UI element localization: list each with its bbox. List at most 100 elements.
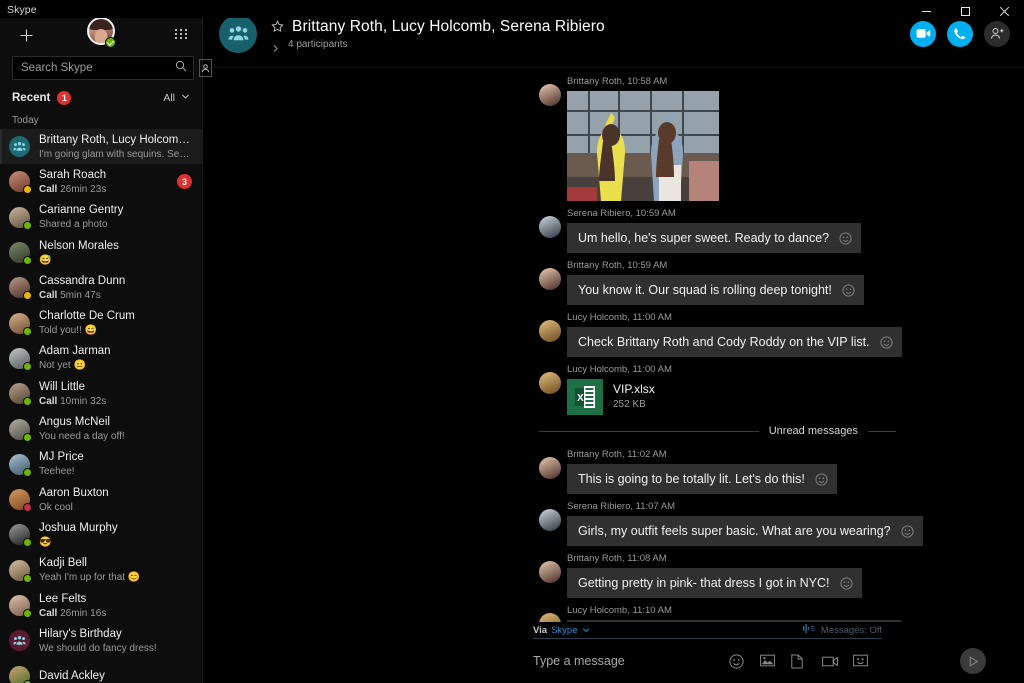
message-bubble[interactable]: Check Brittany Roth and Cody Roddy on th… xyxy=(567,327,902,357)
conversation-preview: Yeah I'm up for that 😊 xyxy=(39,571,192,584)
avatar[interactable] xyxy=(539,216,561,238)
close-button[interactable] xyxy=(985,0,1024,22)
message: Lucy Holcomb, 11:00 AMCheck Brittany Rot… xyxy=(203,312,1024,357)
message-bubble[interactable]: This is going to be totally lit. Let's d… xyxy=(567,464,837,494)
message-bubble[interactable]: You know it. Our squad is rolling deep t… xyxy=(567,275,864,305)
conversation-list[interactable]: Brittany Roth, Lucy Holcomb, S...I'm goi… xyxy=(0,129,202,683)
react-icon[interactable] xyxy=(880,336,893,349)
conversation-item[interactable]: Angus McNeilYou need a day off! xyxy=(0,411,202,446)
conversation-item[interactable]: Charlotte De CrumTold you!! 😄 xyxy=(0,305,202,340)
group-avatar-image xyxy=(9,630,30,651)
contacts-icon[interactable] xyxy=(199,59,212,77)
message: Serena Ribiero, 10:59 AMUm hello, he's s… xyxy=(203,208,1024,253)
window-controls xyxy=(907,0,1024,22)
avatar[interactable] xyxy=(539,84,561,106)
divider-line xyxy=(868,431,896,432)
audio-call-button[interactable] xyxy=(947,21,973,47)
react-icon[interactable] xyxy=(839,232,852,245)
conversation-item[interactable]: Joshua Murphy😎 xyxy=(0,517,202,552)
conversation-item[interactable]: Adam JarmanNot yet 😐 xyxy=(0,341,202,376)
dial-pad-icon[interactable] xyxy=(174,28,188,42)
video-call-button[interactable] xyxy=(910,21,936,47)
conversation-item[interactable]: Will LittleCall 10min 32s xyxy=(0,376,202,411)
conversation-preview: Call 5min 47s xyxy=(39,289,192,302)
file-icon[interactable] xyxy=(791,654,806,669)
avatar[interactable] xyxy=(539,561,561,583)
message: Brittany Roth, 10:58 AM xyxy=(203,76,1024,201)
send-button[interactable] xyxy=(960,648,986,674)
conversation-item[interactable]: Cassandra DunnCall 5min 47s xyxy=(0,270,202,305)
search-input[interactable] xyxy=(21,62,175,74)
message-bubble[interactable]: Um hello, he's super sweet. Ready to dan… xyxy=(567,223,861,253)
react-icon[interactable] xyxy=(815,473,828,486)
message-text: You know it. Our squad is rolling deep t… xyxy=(578,282,832,298)
minimize-button[interactable] xyxy=(907,0,946,22)
avatar[interactable] xyxy=(539,509,561,531)
file-attachment[interactable]: XVIP.xlsx252 KB xyxy=(567,379,1010,415)
conversation-item[interactable]: Hilary's BirthdayWe should do fancy dres… xyxy=(0,623,202,658)
via-row: Via Skype S Messages: Off xyxy=(533,622,882,639)
via-label: Via xyxy=(533,625,547,636)
expand-participants-icon[interactable] xyxy=(271,40,280,49)
avatar[interactable] xyxy=(539,372,561,394)
file-size: 252 KB xyxy=(613,398,655,412)
group-avatar[interactable] xyxy=(219,15,257,53)
message: Brittany Roth, 11:08 AMGetting pretty in… xyxy=(203,553,1024,598)
avatar xyxy=(9,560,30,581)
conversation-text: David Ackley xyxy=(39,669,192,683)
recent-filter[interactable]: All xyxy=(163,92,190,104)
react-icon[interactable] xyxy=(901,525,914,538)
presence-away-icon xyxy=(23,291,32,300)
new-chat-icon[interactable] xyxy=(17,26,35,44)
message-body: Lucy Holcomb, 11:10 AMI'm going glam wit… xyxy=(533,605,1010,622)
search-box[interactable] xyxy=(12,56,194,80)
conversation-item[interactable]: Sarah RoachCall 26min 23s3 xyxy=(0,164,202,199)
conversation-name: Sarah Roach xyxy=(39,168,168,182)
conversation-text: Joshua Murphy😎 xyxy=(39,521,192,549)
react-icon[interactable] xyxy=(840,577,853,590)
conversation-item[interactable]: Lee FeltsCall 26min 16s xyxy=(0,588,202,623)
sticker-icon[interactable] xyxy=(853,654,868,669)
conversation-preview: We should do fancy dress! xyxy=(39,642,192,655)
presence-online-icon xyxy=(23,609,32,618)
message-bubble[interactable]: I'm going glam with sequins. See you hot… xyxy=(567,620,901,622)
favorite-star-icon[interactable] xyxy=(271,20,284,33)
message: Brittany Roth, 11:02 AMThis is going to … xyxy=(203,449,1024,494)
presence-online-icon xyxy=(23,680,32,683)
message-input[interactable] xyxy=(533,654,729,668)
maximize-button[interactable] xyxy=(946,0,985,22)
conversation-item[interactable]: MJ PriceTeehee! xyxy=(0,447,202,482)
add-people-button[interactable] xyxy=(984,21,1010,47)
via-channel-value[interactable]: Skype xyxy=(551,625,577,636)
conversation-item[interactable]: Nelson Morales😅 xyxy=(0,235,202,270)
emoji-icon[interactable] xyxy=(729,654,744,669)
avatar xyxy=(9,136,30,157)
conversation-item[interactable]: Aaron BuxtonOk cool xyxy=(0,482,202,517)
conversation-item[interactable]: David Ackley xyxy=(0,658,202,683)
chevron-down-icon[interactable] xyxy=(582,626,590,634)
message-bubble[interactable]: Getting pretty in pink- that dress I got… xyxy=(567,568,862,598)
conversation-text: Lee FeltsCall 26min 16s xyxy=(39,592,192,620)
message: Lucy Holcomb, 11:10 AMI'm going glam wit… xyxy=(203,605,1024,622)
message-text: Check Brittany Roth and Cody Roddy on th… xyxy=(578,334,870,350)
avatar xyxy=(9,313,30,334)
avatar[interactable] xyxy=(539,268,561,290)
message-thread[interactable]: Brittany Roth, 10:58 AM Serena Ribiero, 1… xyxy=(203,68,1024,622)
conversation-name: Angus McNeil xyxy=(39,415,192,429)
message-photo[interactable] xyxy=(567,91,719,201)
react-icon[interactable] xyxy=(842,284,855,297)
conversation-item[interactable]: Kadji BellYeah I'm up for that 😊 xyxy=(0,553,202,588)
avatar[interactable] xyxy=(539,320,561,342)
image-icon[interactable] xyxy=(760,654,775,669)
avatar[interactable] xyxy=(539,457,561,479)
conversation-item[interactable]: Brittany Roth, Lucy Holcomb, S...I'm goi… xyxy=(0,129,202,164)
conversation-item[interactable]: Carianne GentryShared a photo xyxy=(0,200,202,235)
message: Serena Ribiero, 11:07 AMGirls, my outfit… xyxy=(203,501,1024,546)
message-body: Serena Ribiero, 10:59 AMUm hello, he's s… xyxy=(533,208,1010,253)
sms-toggle-icon: S xyxy=(803,624,816,636)
message-bubble[interactable]: Girls, my outfit feels super basic. What… xyxy=(567,516,923,546)
recent-badge: 1 xyxy=(57,91,71,105)
video-message-icon[interactable] xyxy=(822,654,837,669)
avatar[interactable] xyxy=(87,19,115,47)
conversation-preview: 😅 xyxy=(39,254,192,267)
